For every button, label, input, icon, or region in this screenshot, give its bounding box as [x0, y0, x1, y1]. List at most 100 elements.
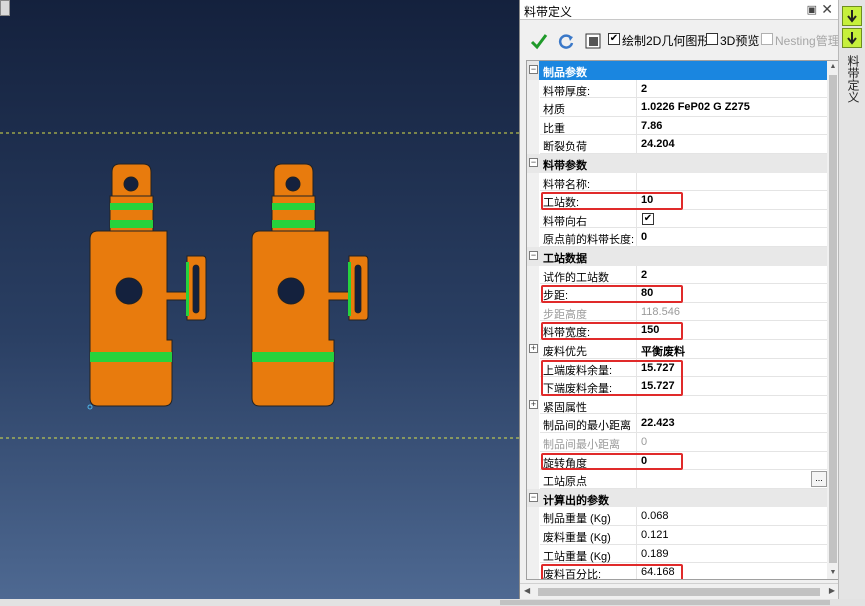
expand-icon[interactable]: + — [529, 399, 538, 409]
collapse-icon[interactable]: − — [529, 251, 538, 260]
property-row[interactable]: 步距高度 118.546 — [527, 302, 827, 322]
property-row[interactable]: 工站数: 10 — [527, 191, 827, 210]
preview-3d-checkbox[interactable] — [706, 33, 718, 45]
draw-2d-checkbox[interactable]: ✔ — [608, 33, 620, 45]
property-value[interactable]: 0.068 — [637, 507, 827, 526]
property-row[interactable]: 断裂负荷 24.204 — [527, 135, 827, 154]
scroll-left-icon[interactable]: ◀ — [524, 586, 530, 595]
property-row[interactable]: 下端废料余量: 15.727 — [527, 377, 827, 396]
row-gutter — [527, 433, 539, 452]
property-value-text: 0 — [641, 231, 648, 244]
property-value[interactable]: 0.121 — [637, 526, 827, 545]
section-row[interactable]: − 料带参数 — [527, 154, 827, 173]
property-value[interactable] — [637, 396, 827, 415]
property-value[interactable]: 0 — [637, 452, 827, 471]
scroll-thumb[interactable] — [829, 75, 837, 563]
collapse-icon[interactable]: − — [529, 158, 538, 167]
property-value[interactable]: 150 — [637, 321, 827, 340]
property-value[interactable]: 22.423 — [637, 414, 827, 433]
dock-button-2[interactable] — [842, 28, 862, 48]
browse-button[interactable]: ... — [811, 471, 827, 488]
section-row[interactable]: − 工站数据 — [527, 247, 827, 266]
property-label: 料带向右 — [540, 209, 637, 229]
layout-icon — [585, 33, 601, 49]
property-row[interactable]: + 废料优先 平衡废料 — [527, 340, 827, 359]
property-value[interactable]: 0.189 — [637, 545, 827, 564]
apply-button[interactable] — [528, 30, 550, 52]
pin-icon[interactable]: ▣ — [807, 3, 817, 16]
station-part-2[interactable] — [251, 163, 369, 407]
property-value[interactable]: 10 — [637, 191, 827, 210]
bottom-scrollbar[interactable] — [0, 599, 865, 606]
property-value-text: 64.168 — [641, 566, 675, 579]
property-row[interactable]: 制品间的最小距离 22.423 — [527, 414, 827, 433]
property-row[interactable]: 上端废料余量: 15.727 — [527, 358, 827, 378]
property-row[interactable]: 工站原点... — [527, 470, 827, 489]
property-value[interactable]: ... — [637, 470, 827, 489]
property-row[interactable]: 试作的工站数 2 — [527, 265, 827, 285]
property-row[interactable]: + 紧固属性 — [527, 395, 827, 415]
section-row[interactable]: − 制品参数 — [527, 61, 827, 80]
property-value[interactable] — [637, 173, 827, 192]
side-tab-label[interactable]: 料带定义 — [842, 55, 862, 103]
refresh-button[interactable] — [555, 30, 577, 52]
property-row[interactable]: 步距: 80 — [527, 284, 827, 303]
property-row[interactable]: 废料重量 (Kg) 0.121 — [527, 526, 827, 545]
cad-viewport[interactable] — [0, 0, 519, 606]
property-row[interactable]: 旋转角度 0 — [527, 451, 827, 471]
property-value[interactable]: 118.546 — [637, 303, 827, 322]
property-row[interactable]: 比重 7.86 — [527, 116, 827, 136]
strip-definition-panel: 料带定义 ▣ ✕ ✔ 绘制2D几何图形 3D预览 Nesting管理 − 制品参数… — [519, 0, 840, 606]
property-value[interactable]: 平衡废料 — [637, 340, 827, 359]
row-gutter — [527, 284, 539, 303]
property-label: 工站原点 — [540, 470, 637, 489]
property-row[interactable]: 料带名称: — [527, 172, 827, 192]
property-value[interactable]: 24.204 — [637, 135, 827, 154]
row-gutter — [527, 135, 539, 154]
panel-horizontal-scrollbar[interactable]: ◀ ▶ — [520, 583, 839, 599]
property-value-text: 1.0226 FeP02 G Z275 — [641, 101, 750, 114]
property-row[interactable]: 制品重量 (Kg) 0.068 — [527, 507, 827, 526]
property-row[interactable]: 制品间最小距离 0 — [527, 433, 827, 452]
property-label: 工站重量 (Kg) — [540, 544, 637, 564]
property-row[interactable]: 废料百分比: 64.168 — [527, 563, 827, 579]
property-value[interactable]: 15.727 — [637, 377, 827, 396]
collapse-icon[interactable]: − — [529, 65, 538, 74]
property-value[interactable]: 1.0226 FeP02 G Z275 — [637, 98, 827, 117]
row-gutter — [527, 563, 539, 579]
property-value[interactable]: 0 — [637, 433, 827, 452]
property-row[interactable]: 工站重量 (Kg) 0.189 — [527, 544, 827, 564]
property-value-text: 0 — [641, 436, 648, 448]
bottom-scroll-thumb[interactable] — [500, 600, 830, 605]
scroll-right-icon[interactable]: ▶ — [829, 586, 835, 595]
property-row[interactable]: 材质 1.0226 FeP02 G Z275 — [527, 98, 827, 117]
property-value[interactable]: ✔ — [637, 210, 827, 229]
property-row[interactable]: 原点前的料带长度: 0 — [527, 228, 827, 247]
hscroll-thumb[interactable] — [538, 588, 820, 596]
property-value[interactable]: 15.727 — [637, 359, 827, 378]
property-value-text: 22.423 — [641, 417, 675, 430]
property-label: 旋转角度 — [540, 451, 637, 471]
station-part-1[interactable] — [87, 163, 207, 410]
property-value[interactable]: 7.86 — [637, 117, 827, 136]
property-label: 废料重量 (Kg) — [540, 526, 637, 545]
expand-icon[interactable]: + — [529, 344, 538, 353]
row-gutter — [527, 79, 539, 99]
close-icon[interactable]: ✕ — [821, 1, 833, 18]
section-row[interactable]: − 计算出的参数 — [527, 488, 827, 508]
row-gutter — [527, 526, 539, 545]
property-value[interactable]: 0 — [637, 228, 827, 247]
property-value-text: 118.546 — [641, 305, 680, 318]
collapse-icon[interactable]: − — [529, 492, 538, 502]
property-row[interactable]: 料带向右 ✔ — [527, 209, 827, 229]
property-value[interactable]: 80 — [637, 284, 827, 303]
origin-marker — [87, 404, 93, 410]
dock-button-1[interactable] — [842, 6, 862, 26]
strip-right-checkbox[interactable]: ✔ — [642, 212, 654, 225]
layout-button[interactable] — [582, 30, 604, 52]
property-value[interactable]: 2 — [637, 80, 827, 99]
property-row[interactable]: 料带宽度: 150 — [527, 321, 827, 340]
property-value[interactable]: 64.168 — [637, 563, 827, 579]
property-row[interactable]: 料带厚度: 2 — [527, 79, 827, 99]
property-value[interactable]: 2 — [637, 266, 827, 285]
